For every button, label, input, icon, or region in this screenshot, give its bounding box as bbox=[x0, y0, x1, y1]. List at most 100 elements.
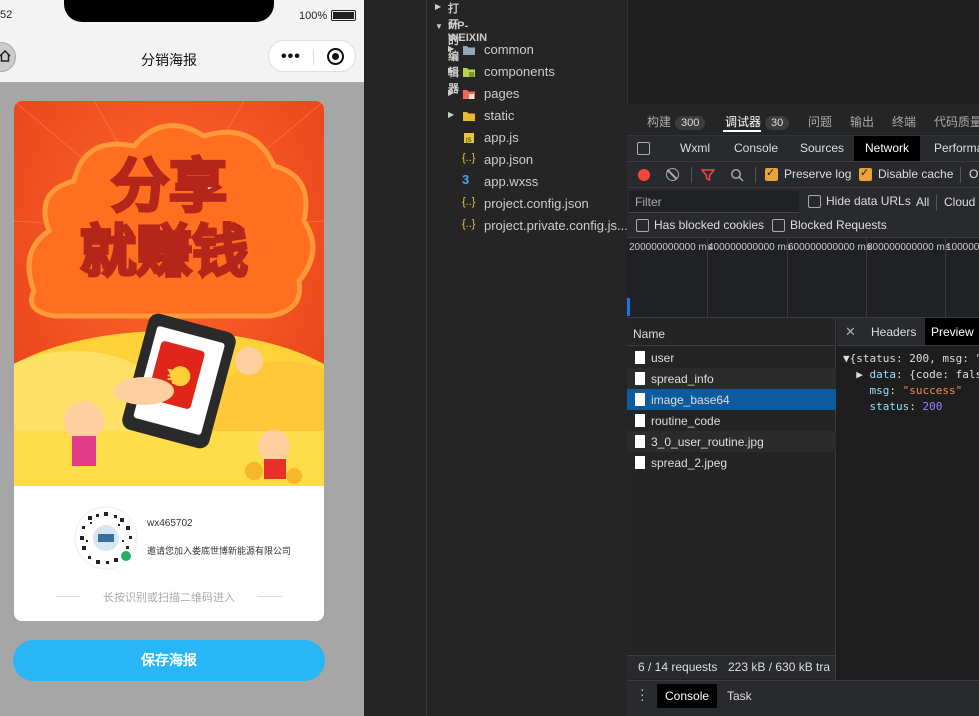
throttling-dropdown[interactable]: O bbox=[969, 167, 978, 181]
search-icon[interactable] bbox=[730, 168, 744, 182]
file-icon bbox=[635, 393, 645, 406]
tab-output[interactable]: 输出 bbox=[850, 113, 874, 130]
file-icon bbox=[635, 435, 645, 448]
preserve-log-label: Preserve log bbox=[784, 167, 852, 181]
js-file-icon: JS bbox=[464, 133, 474, 144]
tab-performance[interactable]: Performa bbox=[928, 136, 979, 161]
poster-card[interactable]: 分享 就赚钱 ¥ wx465702 邀请您加入娄底世博新能源有限公司 长按识别或… bbox=[14, 101, 324, 621]
filter-input[interactable]: Filter bbox=[629, 191, 799, 213]
hide-data-urls-checkbox[interactable] bbox=[808, 195, 821, 208]
tree-item-project-config[interactable]: {..} project.config.json bbox=[427, 193, 627, 215]
name-column-header[interactable]: Name bbox=[627, 318, 836, 346]
tree-item-label: app.json bbox=[484, 152, 534, 167]
has-blocked-cookies-label: Has blocked cookies bbox=[654, 218, 765, 232]
qr-username: wx465702 bbox=[147, 518, 193, 529]
phone-notch bbox=[64, 0, 274, 22]
blocked-requests-checkbox[interactable] bbox=[772, 219, 785, 232]
request-row-spread-2-jpeg[interactable]: spread_2.jpeg bbox=[627, 452, 836, 473]
chevron-right-icon: ▶ bbox=[448, 66, 455, 75]
file-icon bbox=[635, 372, 645, 385]
mini-program-navbar: 分销海报 ••• bbox=[0, 34, 364, 82]
poster-footer: wx465702 邀请您加入娄底世博新能源有限公司 长按识别或扫描二维码进入 bbox=[14, 486, 324, 621]
tab-wxml[interactable]: Wxml bbox=[674, 136, 716, 161]
tab-network[interactable]: Network bbox=[854, 136, 920, 161]
toolbar-divider bbox=[755, 167, 756, 183]
drawer-tab-task[interactable]: Task bbox=[719, 684, 760, 708]
preserve-log-checkbox[interactable] bbox=[765, 166, 778, 181]
request-row-user[interactable]: user bbox=[627, 347, 836, 368]
debugger-count-badge: 30 bbox=[765, 116, 790, 130]
tab-build[interactable]: 构建 300 bbox=[647, 113, 706, 130]
tab-console[interactable]: Console bbox=[728, 136, 784, 161]
tree-item-pages[interactable]: ▶ pages bbox=[427, 83, 627, 105]
file-icon bbox=[635, 351, 645, 364]
tab-headers[interactable]: Headers bbox=[865, 318, 922, 345]
toolbar-divider bbox=[936, 195, 937, 211]
clear-icon[interactable] bbox=[666, 168, 679, 181]
tree-item-label: project.private.config.js... bbox=[484, 218, 628, 233]
status-bar: 52 100% bbox=[0, 0, 364, 34]
json-value: {code: fals bbox=[909, 368, 979, 381]
svg-text:JS: JS bbox=[465, 137, 472, 144]
tab-sources[interactable]: Sources bbox=[794, 136, 850, 161]
request-row-routine-code[interactable]: routine_code bbox=[627, 410, 836, 431]
tree-item-components[interactable]: ▶ components bbox=[427, 61, 627, 83]
chevron-down-icon: ▼ bbox=[435, 22, 443, 31]
tab-terminal[interactable]: 终端 bbox=[892, 113, 916, 130]
tree-item-label: app.js bbox=[484, 130, 519, 145]
simulator-gutter bbox=[364, 0, 426, 716]
tree-item-app-wxss[interactable]: 3 app.wxss bbox=[427, 171, 627, 193]
capsule-menu: ••• bbox=[268, 40, 356, 72]
json-data-toggle[interactable]: ▶ bbox=[856, 368, 863, 381]
json-file-icon: {..} bbox=[462, 196, 476, 208]
save-poster-button[interactable]: 保存海报 bbox=[13, 640, 325, 681]
record-icon[interactable] bbox=[638, 169, 650, 181]
tree-item-static[interactable]: ▶ static bbox=[427, 105, 627, 127]
status-time: 52 bbox=[0, 9, 13, 21]
hide-data-urls-label: Hide data URLs bbox=[826, 194, 911, 208]
inspect-element-icon[interactable] bbox=[637, 142, 650, 155]
tab-code-quality[interactable]: 代码质量 bbox=[934, 113, 979, 130]
request-row-spread-info[interactable]: spread_info bbox=[627, 368, 836, 389]
json-key: status bbox=[869, 400, 910, 413]
tree-item-app-js[interactable]: JS app.js bbox=[427, 127, 627, 149]
json-preview[interactable]: ▼{status: 200, msg: " ▶ data: {code: fal… bbox=[843, 351, 979, 415]
tree-item-app-json[interactable]: {..} app.json bbox=[427, 149, 627, 171]
filter-cloud[interactable]: Cloud bbox=[944, 195, 975, 209]
tree-item-label: static bbox=[484, 108, 515, 123]
tab-preview[interactable]: Preview bbox=[925, 318, 979, 345]
poster-yen-symbol: ¥ bbox=[167, 365, 181, 389]
tree-item-common[interactable]: ▶ common bbox=[427, 39, 627, 61]
active-tab-indicator bbox=[723, 130, 761, 132]
has-blocked-cookies-checkbox[interactable] bbox=[636, 219, 649, 232]
close-icon[interactable]: ✕ bbox=[845, 324, 856, 340]
tree-item-project-private-config[interactable]: {..} project.private.config.js... bbox=[427, 215, 628, 237]
more-vertical-icon[interactable]: · · · bbox=[640, 682, 645, 706]
json-root-toggle[interactable]: ▼ bbox=[843, 352, 850, 365]
disable-cache-checkbox[interactable] bbox=[859, 166, 872, 181]
filter-all[interactable]: All bbox=[916, 195, 929, 209]
file-icon bbox=[635, 414, 645, 427]
network-filter-bar: Filter Hide data URLs All Cloud Has bloc… bbox=[627, 188, 979, 238]
filter-icon[interactable] bbox=[701, 168, 715, 182]
qr-code[interactable] bbox=[74, 506, 138, 570]
timeline-tick: 800000000000 ms bbox=[867, 242, 950, 253]
request-name: image_base64 bbox=[651, 393, 730, 407]
tab-problems[interactable]: 问题 bbox=[808, 113, 832, 130]
request-row-user-routine-jpg[interactable]: 3_0_user_routine.jpg bbox=[627, 431, 836, 452]
drawer-tab-console[interactable]: Console bbox=[657, 684, 718, 708]
chevron-right-icon: ▶ bbox=[435, 2, 442, 11]
qr-invite-text: 邀请您加入娄底世博新能源有限公司 bbox=[147, 546, 292, 556]
blocked-requests-label: Blocked Requests bbox=[790, 218, 887, 232]
request-list: Name user spread_info image_base64 routi… bbox=[627, 318, 836, 680]
network-overview-timeline[interactable]: 200000000000 ms 400000000000 ms 60000000… bbox=[627, 238, 979, 318]
json-file-icon: {..} bbox=[462, 152, 476, 164]
toolbar-divider bbox=[691, 167, 692, 183]
request-name: routine_code bbox=[651, 414, 721, 428]
request-row-image-base64[interactable]: image_base64 bbox=[627, 389, 836, 410]
folder-components-icon bbox=[463, 68, 475, 77]
more-dots-icon[interactable]: ••• bbox=[281, 48, 301, 66]
tab-debugger[interactable]: 调试器 30 bbox=[725, 113, 790, 130]
poster-headline-1: 分享 bbox=[111, 152, 227, 220]
close-target-icon[interactable] bbox=[327, 48, 344, 65]
